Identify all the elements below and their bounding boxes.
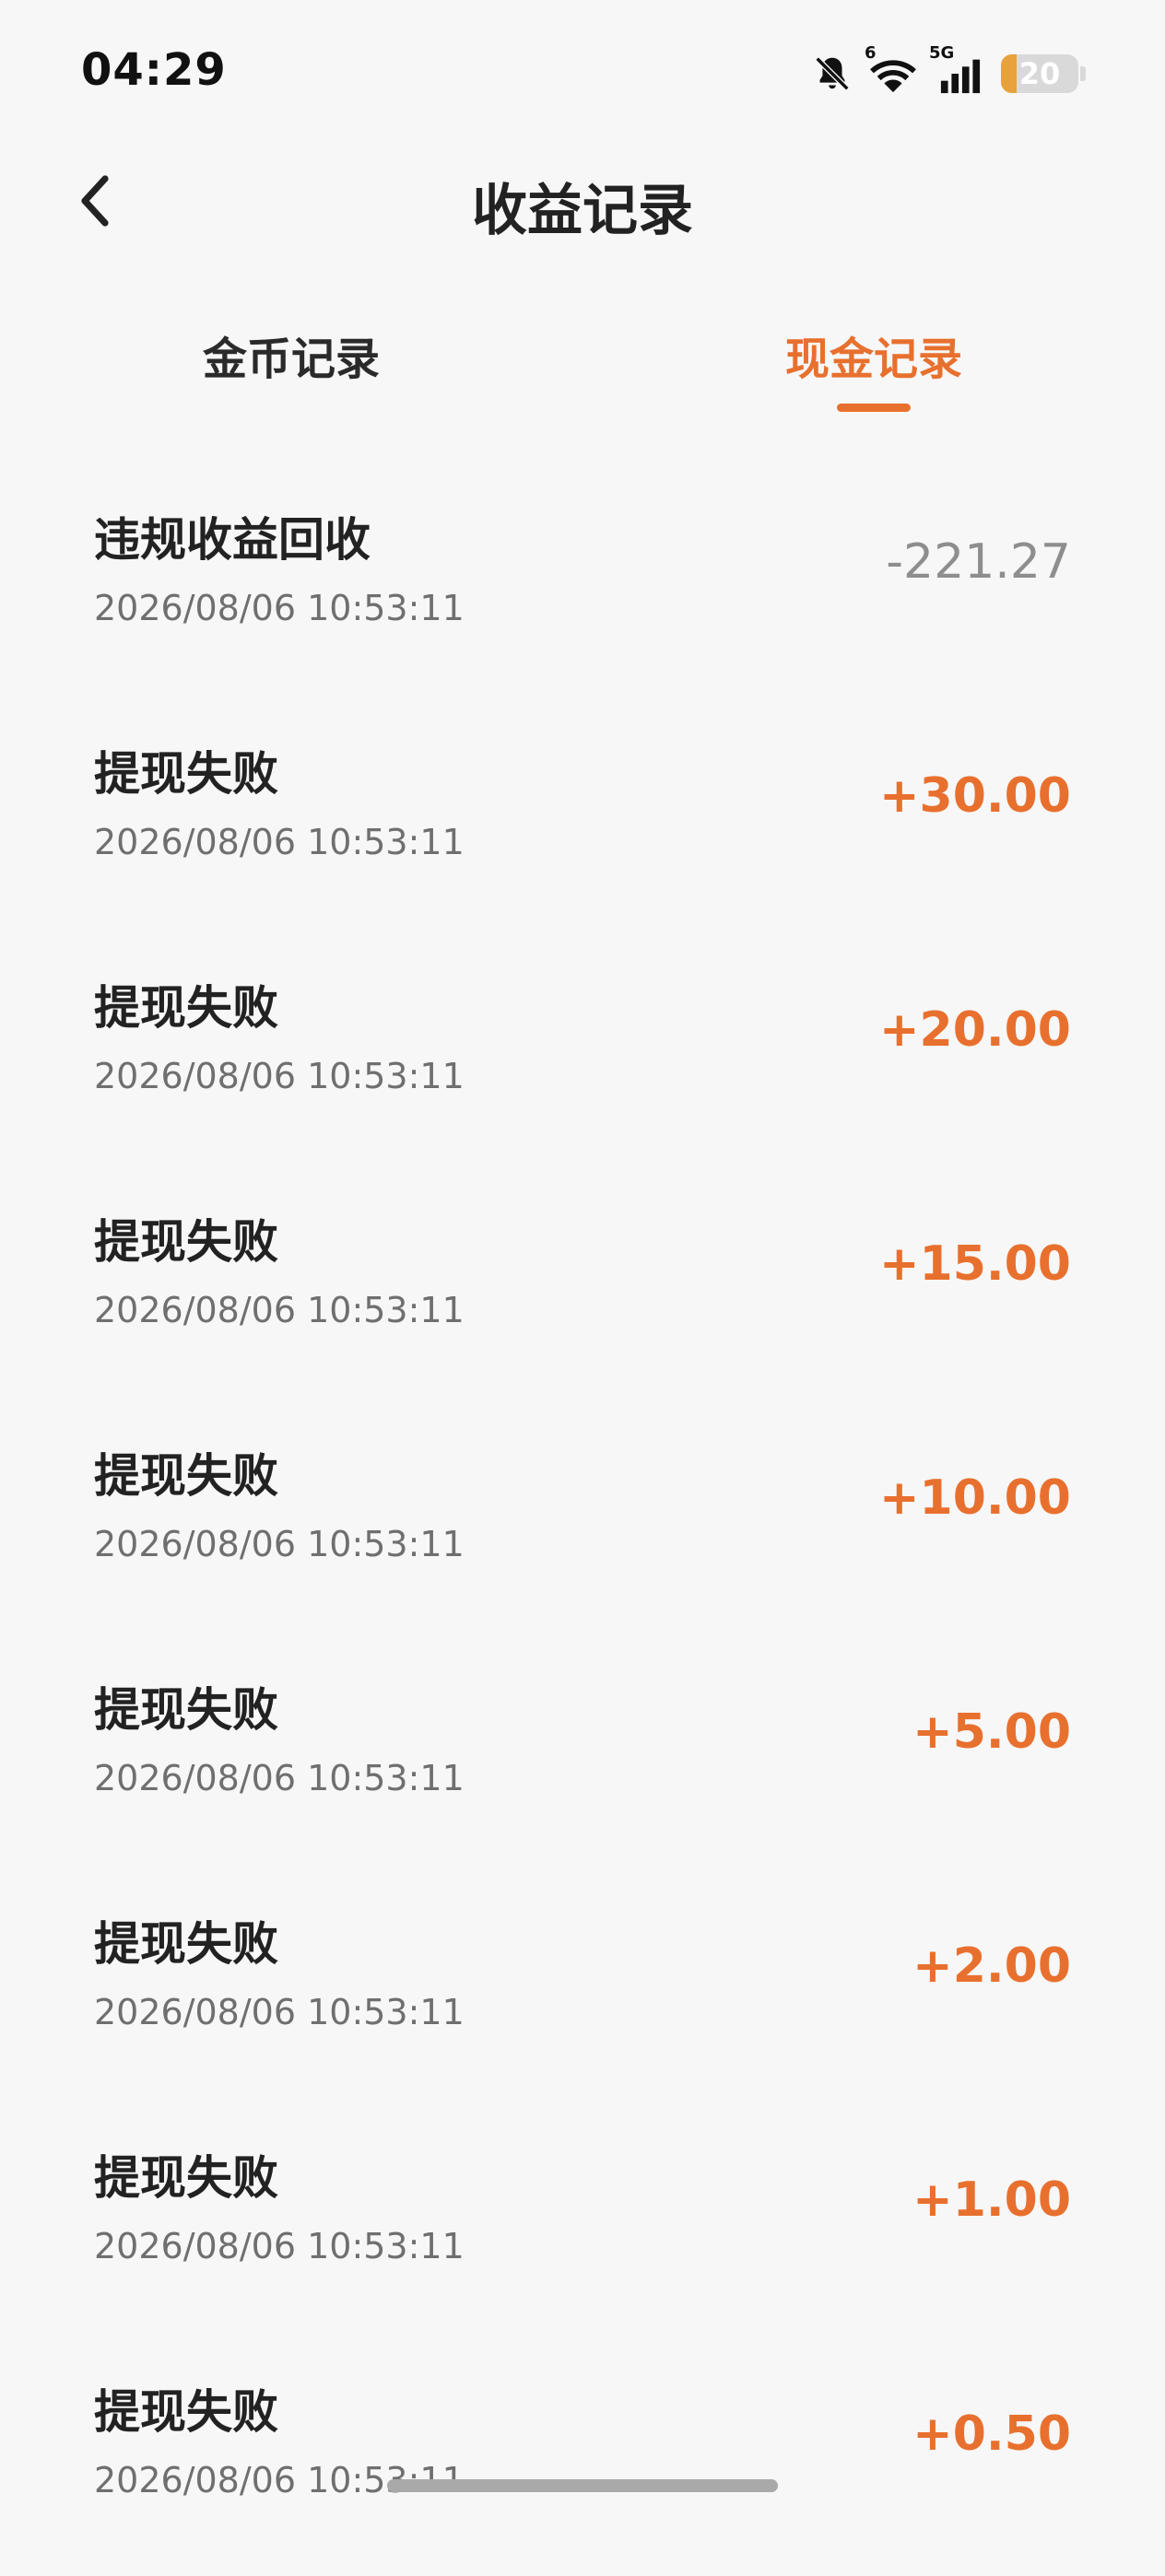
record-amount: -221.27 [886,534,1071,590]
record-title: 违规收益回收 [94,513,371,567]
record-title: 提现失败 [94,2151,278,2205]
record-time: 2026/08/06 10:53:11 [94,588,465,628]
record-title: 提现失败 [94,1917,278,1971]
record-title: 提现失败 [94,2385,278,2439]
list-item[interactable]: 提现失败 2026/08/06 10:53:11 +1.00 [0,2108,1165,2342]
records-list: 违规收益回收 2026/08/06 10:53:11 -221.27 提现失败 … [0,470,1165,2576]
network-label: 5G [929,43,955,63]
status-bar: 04:29 6 5G 20 [0,0,1165,138]
record-title: 提现失败 [94,981,278,1035]
list-item[interactable]: 提现失败 2026/08/06 10:53:11 +20.00 [0,938,1165,1172]
list-item[interactable]: 违规收益回收 2026/08/06 10:53:11 -221.27 [0,470,1165,704]
record-amount: +5.00 [912,1704,1071,1760]
wifi-badge: 6 [865,43,877,63]
status-icons: 6 5G 20 [811,43,1086,100]
battery-icon: 20 [1001,54,1078,93]
list-item[interactable]: 提现失败 2026/08/06 10:53:11 +10.00 [0,1406,1165,1640]
record-amount: +2.00 [912,1938,1071,1994]
battery-fill [1001,54,1017,93]
record-amount: +15.00 [878,1236,1071,1292]
list-item[interactable]: 提现失败 2026/08/06 10:53:11 +2.00 [0,1874,1165,2108]
tab-bar: 金币记录 现金记录 [0,295,1165,424]
record-amount: +20.00 [878,1002,1071,1058]
record-title: 提现失败 [94,1683,278,1737]
tab-label: 现金记录 [784,334,962,385]
home-indicator[interactable] [387,2479,778,2492]
list-item[interactable]: 提现失败 2026/08/06 10:53:11 +5.00 [0,1640,1165,1874]
list-item[interactable]: 提现失败 2026/08/06 10:53:11 +15.00 [0,1172,1165,1406]
record-title: 提现失败 [94,1449,278,1503]
header-bar: 收益记录 [0,147,1165,258]
record-amount: +0.50 [912,2406,1071,2462]
record-time: 2026/08/06 10:53:11 [94,1290,465,1330]
record-title: 提现失败 [94,1215,278,1269]
record-time: 2026/08/06 10:53:11 [94,1992,465,2032]
record-title: 提现失败 [94,747,278,801]
page-title: 收益记录 [472,179,693,243]
battery-cap [1080,66,1086,81]
cell-signal-icon: 5G [929,43,988,95]
record-time: 2026/08/06 10:53:11 [94,2226,465,2266]
status-time: 04:29 [81,44,227,96]
tab-label: 金币记录 [202,334,380,385]
active-tab-indicator [837,404,911,412]
tab-cash-records[interactable]: 现金记录 [582,295,1165,424]
record-time: 2026/08/06 10:53:11 [94,1524,465,1564]
battery-level-text: 20 [1018,56,1061,91]
bell-muted-icon [811,53,853,95]
record-amount: +10.00 [878,1470,1071,1526]
record-amount: +30.00 [878,768,1071,824]
record-time: 2026/08/06 10:53:11 [94,1056,465,1096]
record-time: 2026/08/06 10:53:11 [94,822,465,862]
record-time: 2026/08/06 10:53:11 [94,1758,465,1798]
list-item[interactable]: 提现失败 2026/08/06 10:53:11 +30.00 [0,704,1165,938]
record-amount: +1.00 [912,2172,1071,2228]
wifi-icon: 6 [865,43,920,95]
list-item[interactable]: 提现失败 2026/08/06 10:53:11 +0.50 [0,2342,1165,2576]
tab-coin-records[interactable]: 金币记录 [0,295,582,424]
